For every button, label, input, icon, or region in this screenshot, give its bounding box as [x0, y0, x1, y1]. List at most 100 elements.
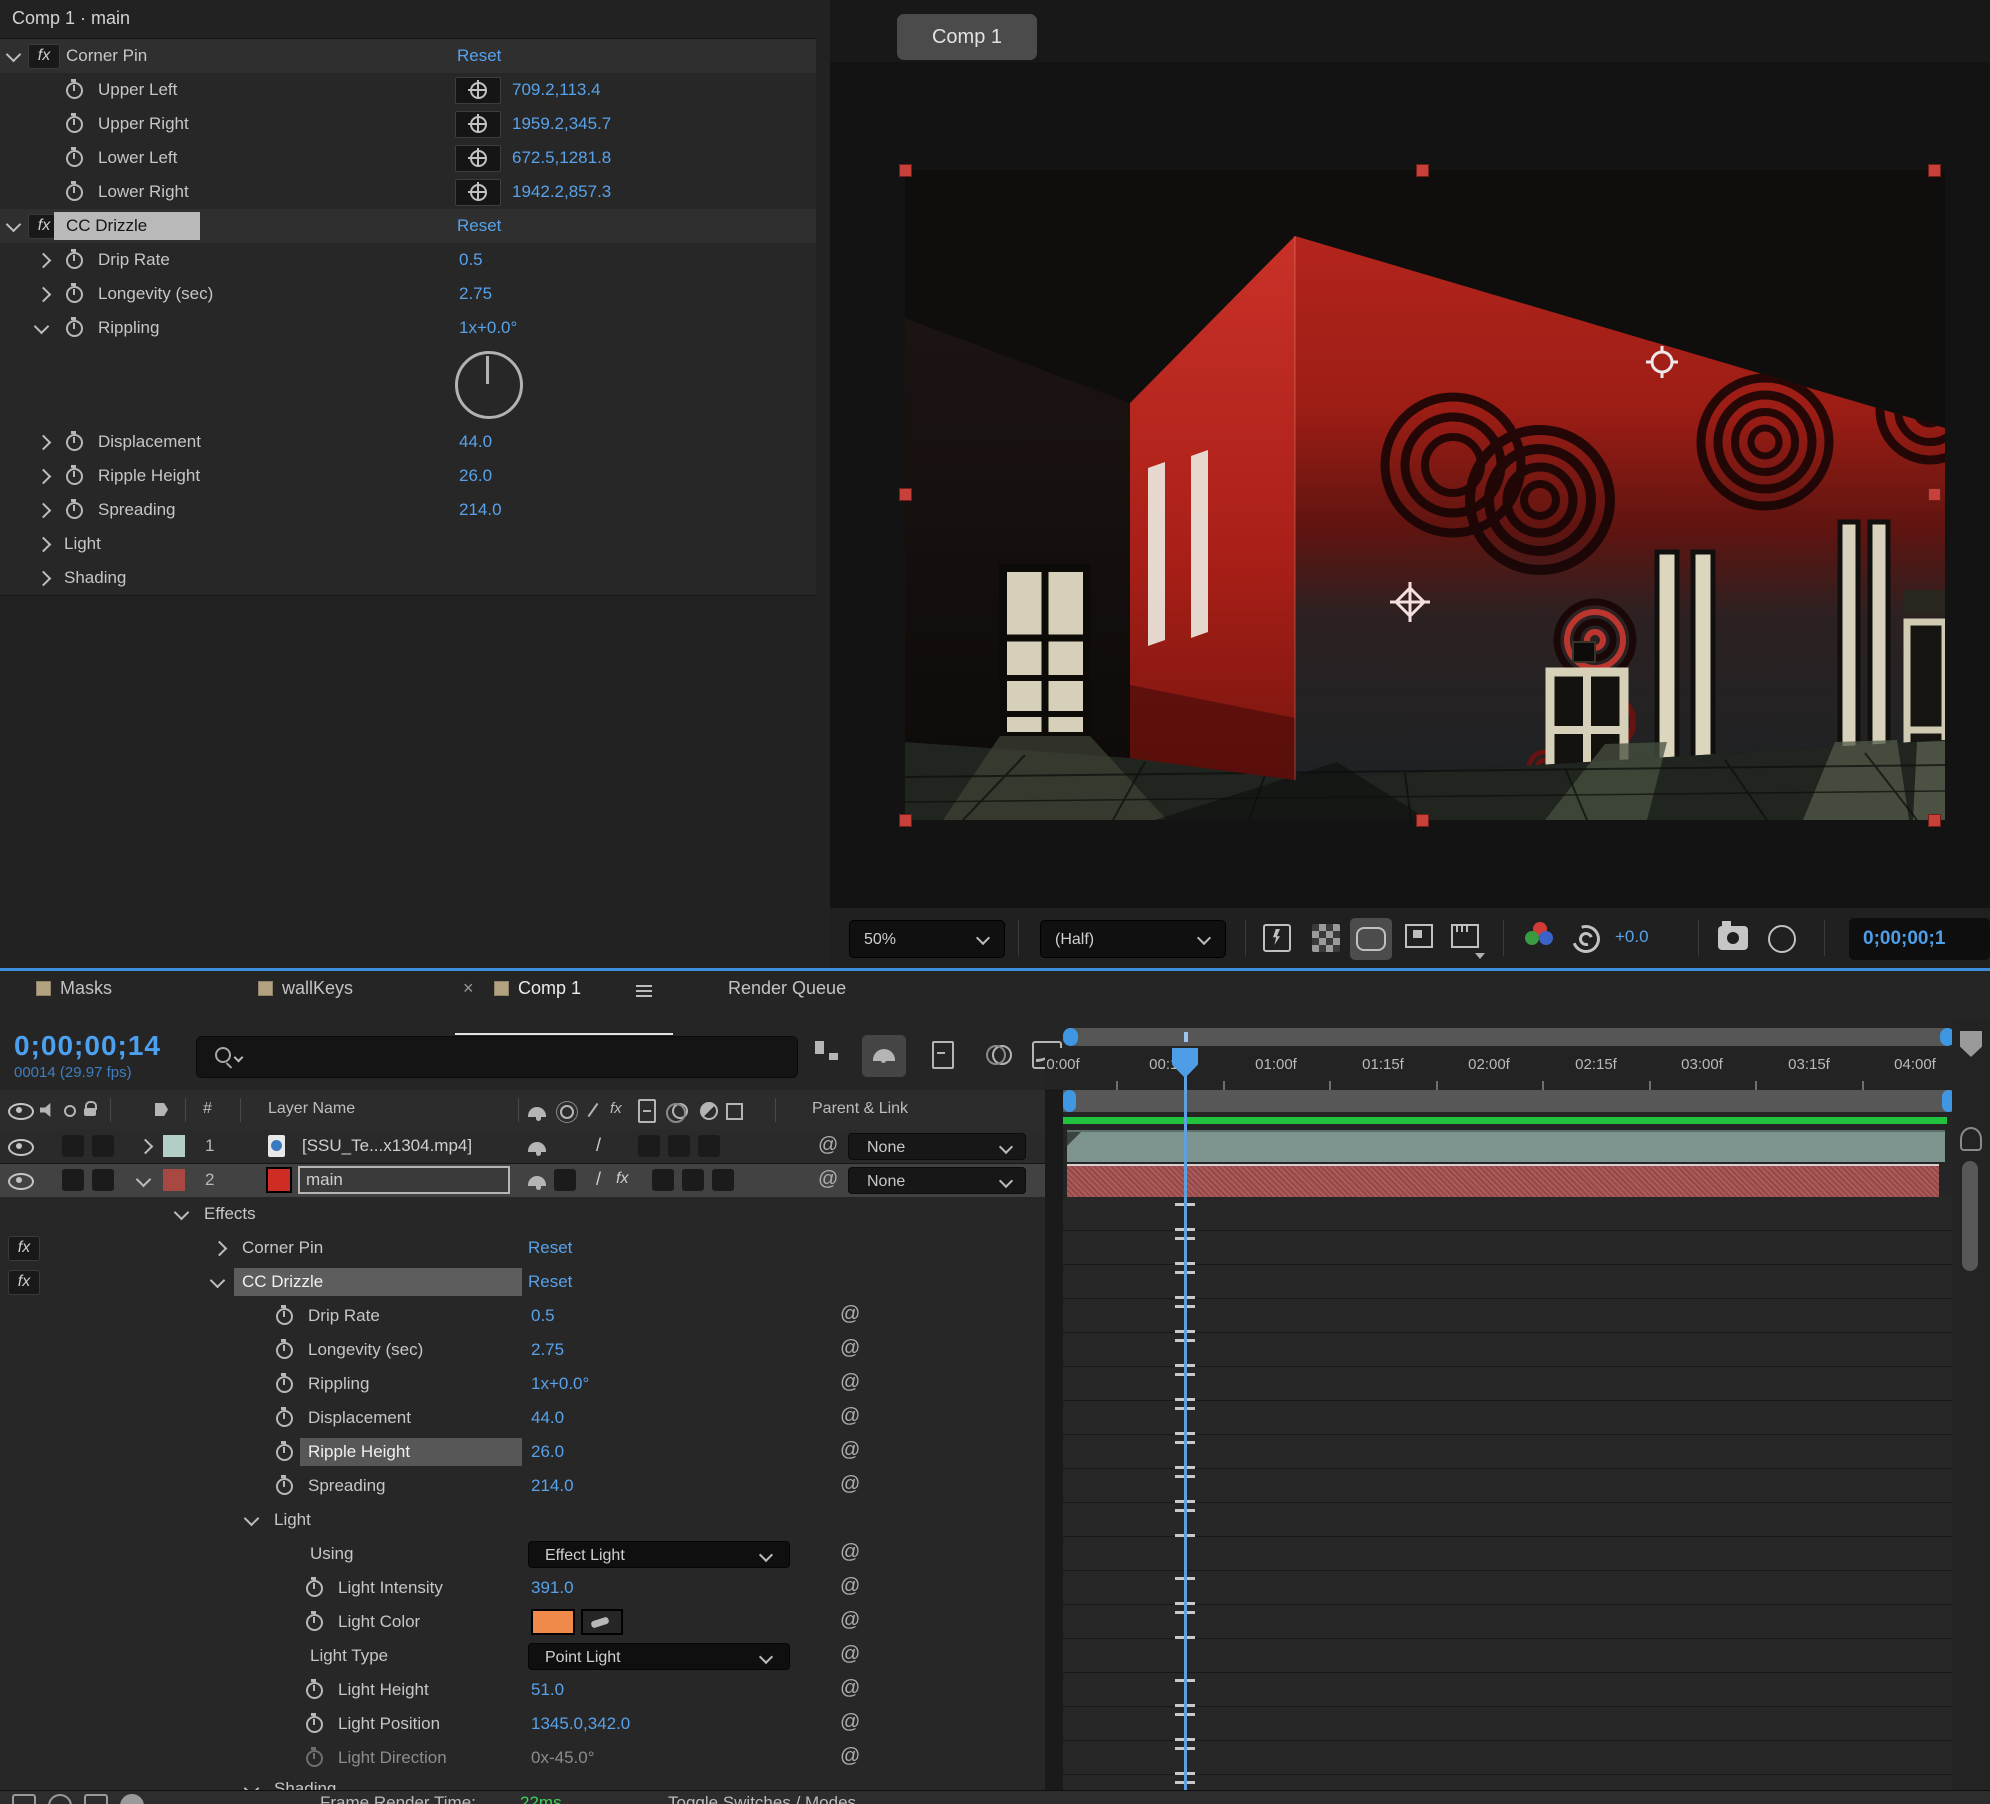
layer-row-1[interactable]: 1 [SSU_Te...x1304.mp4] / @ None: [0, 1130, 1045, 1164]
stopwatch-icon[interactable]: [66, 82, 83, 99]
prop-value[interactable]: 2.75: [531, 1340, 564, 1360]
prop-rippling[interactable]: Rippling 1x+0.0°: [0, 311, 816, 345]
visibility-toggle[interactable]: [8, 1173, 34, 1190]
tl-using-row[interactable]: Using Effect Light @: [0, 1537, 1045, 1572]
fx-effect-icon[interactable]: fx: [8, 1270, 40, 1295]
exposure-value[interactable]: +0.0: [1615, 927, 1649, 947]
pickwhip-icon[interactable]: @: [840, 1371, 860, 1394]
switch-cell[interactable]: [682, 1169, 704, 1191]
snapshot-camera-icon[interactable]: [1718, 926, 1748, 950]
pickwhip-icon[interactable]: @: [840, 1711, 860, 1734]
effects-group-row[interactable]: Effects: [0, 1197, 1045, 1232]
selection-handle[interactable]: [1416, 814, 1429, 827]
reset-link[interactable]: Reset: [528, 1272, 572, 1292]
pickwhip-icon[interactable]: @: [818, 1134, 838, 1157]
visibility-toggle[interactable]: [8, 1139, 34, 1156]
reset-link[interactable]: Reset: [528, 1238, 572, 1258]
fx-effect-icon[interactable]: fx: [28, 44, 60, 69]
solo-cell[interactable]: [92, 1135, 114, 1157]
tl-cc-drizzle-row[interactable]: fx CC Drizzle Reset: [0, 1265, 1045, 1300]
tab-comp-1[interactable]: Comp 1: [518, 978, 581, 999]
effect-name[interactable]: CC Drizzle: [66, 216, 147, 236]
selection-handle[interactable]: [899, 164, 912, 177]
prop-value[interactable]: 1959.2,345.7: [512, 114, 611, 134]
prop-label[interactable]: Upper Right: [98, 114, 189, 134]
expand-icon[interactable]: [36, 435, 52, 451]
composition-image[interactable]: [905, 170, 1945, 820]
fx-switch[interactable]: fx: [616, 1170, 628, 1188]
layer-name[interactable]: [SSU_Te...x1304.mp4]: [302, 1136, 472, 1156]
magnification-dropdown[interactable]: 50%: [849, 920, 1005, 958]
stopwatch-icon[interactable]: [306, 1716, 323, 1733]
stopwatch-icon[interactable]: [276, 1376, 293, 1393]
prop-label[interactable]: Drip Rate: [98, 250, 170, 270]
effect-point-button[interactable]: [455, 77, 501, 104]
effect-name[interactable]: Corner Pin: [66, 46, 147, 66]
prop-label[interactable]: Rippling: [308, 1374, 369, 1394]
tl-light-height-row[interactable]: Light Height 51.0 @: [0, 1673, 1045, 1708]
prop-value[interactable]: 0.5: [459, 250, 483, 270]
stopwatch-icon[interactable]: [66, 116, 83, 133]
expand-icon[interactable]: [36, 503, 52, 519]
switch-cell[interactable]: [652, 1169, 674, 1191]
expand-icon[interactable]: [36, 537, 52, 553]
prop-label[interactable]: Light Height: [338, 1680, 429, 1700]
selection-handle[interactable]: [1928, 488, 1941, 501]
prop-value[interactable]: 672.5,1281.8: [512, 148, 611, 168]
collapse-switch[interactable]: /: [596, 1169, 601, 1190]
parent-dropdown[interactable]: None: [848, 1167, 1026, 1194]
selection-handle[interactable]: [899, 814, 912, 827]
tab-render-queue[interactable]: Render Queue: [728, 978, 846, 999]
expand-icon[interactable]: [36, 469, 52, 485]
selection-handle[interactable]: [899, 488, 912, 501]
layer-name-column-header[interactable]: Layer Name: [268, 1100, 355, 1118]
collapse-icon[interactable]: [136, 1172, 152, 1188]
prop-label[interactable]: Longevity (sec): [308, 1340, 423, 1360]
switch-cell[interactable]: [698, 1135, 720, 1157]
close-icon[interactable]: ×: [463, 978, 474, 999]
stopwatch-icon[interactable]: [276, 1308, 293, 1325]
footer-icon[interactable]: [120, 1794, 144, 1804]
expand-icon[interactable]: [36, 287, 52, 303]
panel-menu-icon[interactable]: [636, 985, 652, 987]
tl-rippling-row[interactable]: Rippling 1x+0.0° @: [0, 1367, 1045, 1402]
tl-light-color-row[interactable]: Light Color @: [0, 1605, 1045, 1640]
collapse-icon[interactable]: [174, 1205, 190, 1221]
pickwhip-icon[interactable]: @: [840, 1473, 860, 1496]
pickwhip-icon[interactable]: @: [840, 1609, 860, 1632]
search-input[interactable]: [196, 1036, 798, 1078]
audio-cell[interactable]: [62, 1169, 84, 1191]
prop-lower-left[interactable]: Lower Left 672.5,1281.8: [0, 141, 816, 176]
prop-value[interactable]: 1x+0.0°: [531, 1374, 589, 1394]
prop-label[interactable]: Lower Left: [98, 148, 177, 168]
prop-lower-right[interactable]: Lower Right 1942.2,857.3: [0, 175, 816, 210]
footer-icon[interactable]: [84, 1794, 108, 1804]
collapse-icon[interactable]: [210, 1273, 226, 1289]
pickwhip-icon[interactable]: @: [840, 1405, 860, 1428]
switch-cell[interactable]: [668, 1135, 690, 1157]
transparency-grid-icon[interactable]: [1312, 924, 1340, 952]
stopwatch-icon[interactable]: [66, 252, 83, 269]
region-of-interest-icon[interactable]: [1405, 924, 1433, 948]
tl-light-direction-row[interactable]: Light Direction 0x-45.0° @: [0, 1741, 1045, 1776]
prop-value[interactable]: 214.0: [531, 1476, 574, 1496]
pickwhip-icon[interactable]: @: [840, 1541, 860, 1564]
eyedropper-icon[interactable]: [581, 1609, 623, 1635]
prop-longevity[interactable]: Longevity (sec) 2.75: [0, 277, 816, 312]
light-type-dropdown[interactable]: Point Light: [528, 1643, 790, 1670]
pickwhip-icon[interactable]: @: [840, 1303, 860, 1326]
prop-label[interactable]: Longevity (sec): [98, 284, 213, 304]
mask-outlines-icon[interactable]: [1356, 927, 1386, 951]
collapse-icon[interactable]: [244, 1511, 260, 1527]
tl-light-intensity-row[interactable]: Light Intensity 391.0 @: [0, 1571, 1045, 1606]
exposure-icon[interactable]: [1567, 920, 1604, 957]
viewer-timecode[interactable]: 0;00;00;1: [1849, 918, 1990, 960]
tl-light-group-row[interactable]: Light: [0, 1503, 1045, 1538]
light-color-swatch[interactable]: [531, 1609, 575, 1635]
selected-effect-highlight[interactable]: CC Drizzle: [54, 212, 200, 240]
composition-view-area[interactable]: [830, 62, 1990, 908]
show-snapshot-icon[interactable]: [1768, 925, 1796, 953]
parent-dropdown[interactable]: None: [848, 1133, 1026, 1160]
group-shading[interactable]: Shading: [0, 561, 816, 596]
prop-value[interactable]: 709.2,113.4: [512, 80, 601, 100]
